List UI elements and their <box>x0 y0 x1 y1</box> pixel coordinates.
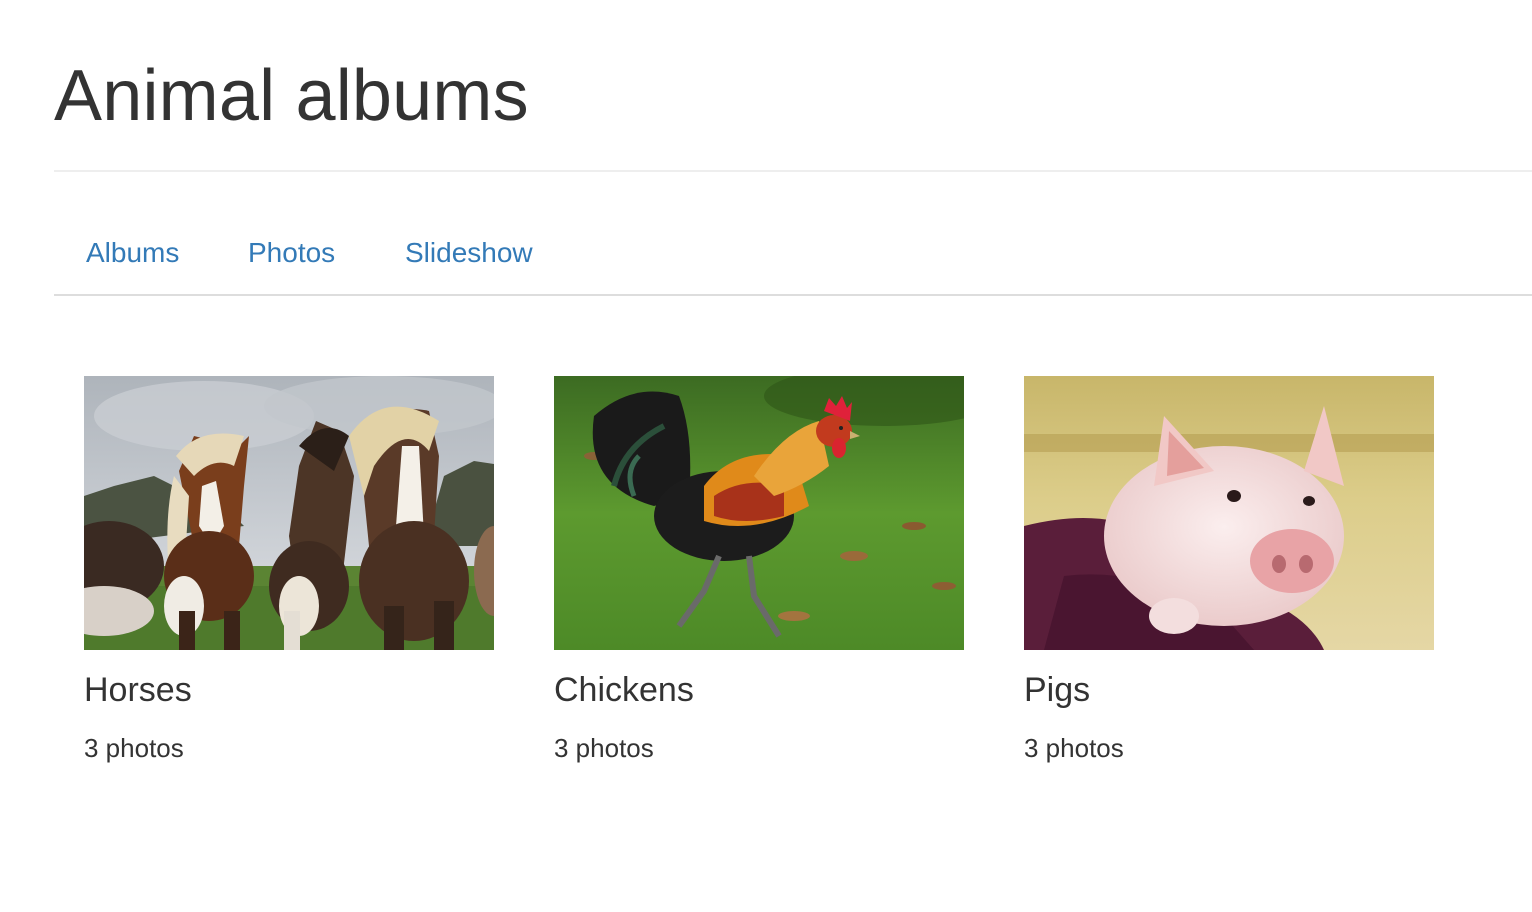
page: Animal albums Albums Photos Slideshow Ho… <box>0 0 1532 912</box>
title-divider <box>54 170 1532 172</box>
horses-photo <box>84 376 494 650</box>
piglet-photo <box>1024 376 1434 650</box>
nav-photos-link[interactable]: Photos <box>248 235 335 271</box>
rooster-photo <box>554 376 964 650</box>
album-card-chickens: Chickens 3 photos <box>554 376 964 763</box>
album-card-horses: Horses 3 photos <box>84 376 494 763</box>
album-count-horses: 3 photos <box>84 733 184 763</box>
album-thumbnail-pigs[interactable] <box>1024 376 1434 650</box>
album-thumbnail-chickens[interactable] <box>554 376 964 650</box>
album-name-horses[interactable]: Horses <box>84 670 192 710</box>
album-card-pigs: Pigs 3 photos <box>1024 376 1434 763</box>
album-thumbnail-horses[interactable] <box>84 376 494 650</box>
nav-slideshow-link[interactable]: Slideshow <box>405 235 533 271</box>
page-title: Animal albums <box>54 56 529 136</box>
nav-albums-link[interactable]: Albums <box>86 235 179 271</box>
album-name-chickens[interactable]: Chickens <box>554 670 694 710</box>
main-nav: Albums Photos Slideshow <box>54 222 1532 296</box>
album-count-chickens: 3 photos <box>554 733 654 763</box>
album-name-pigs[interactable]: Pigs <box>1024 670 1090 710</box>
album-count-pigs: 3 photos <box>1024 733 1124 763</box>
